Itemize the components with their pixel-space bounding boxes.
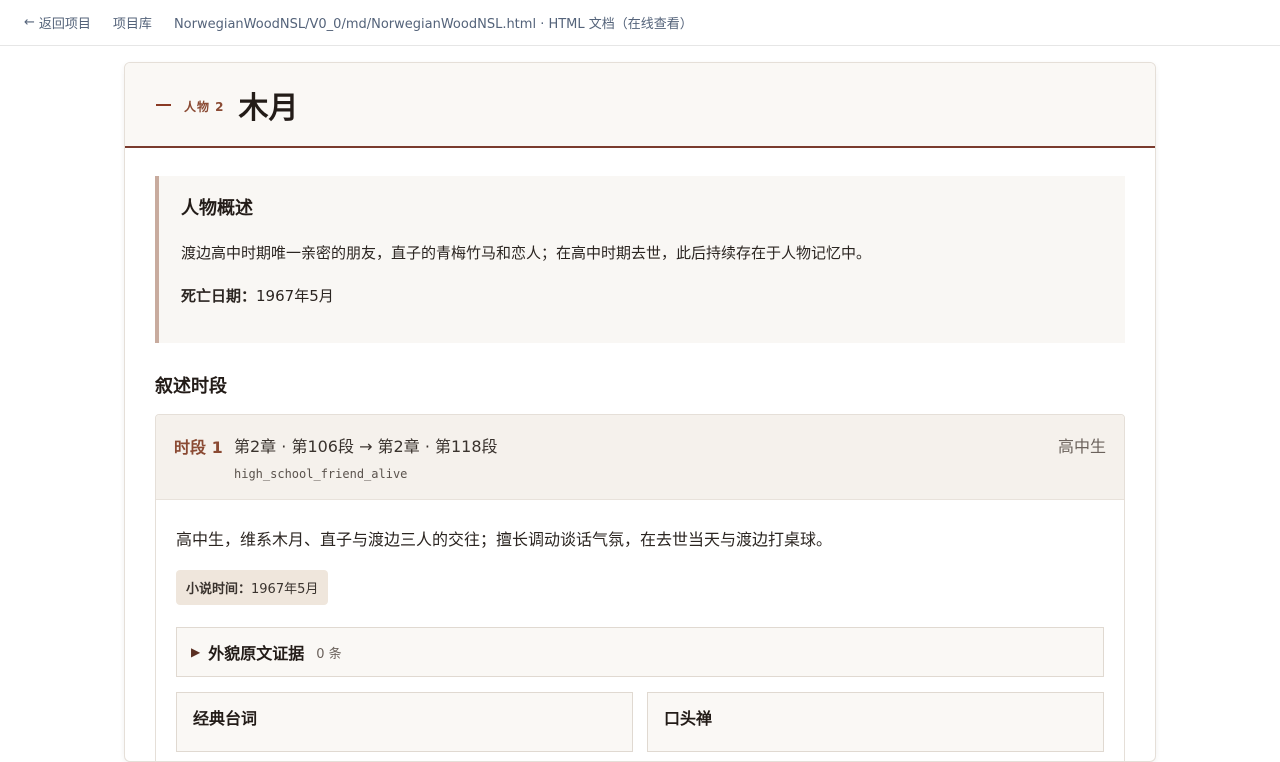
novel-time-value: 1967年5月 — [251, 582, 319, 597]
project-library-link[interactable]: 项目库 — [113, 13, 152, 32]
character-name: 木月 — [238, 90, 299, 126]
segment-body: 高中生，维系木月、直子与渡边三人的交往；擅长调动谈话气氛，在去世当天与渡边打桌球… — [156, 500, 1124, 761]
top-bar: ← 返回项目 项目库 NorwegianWoodNSL/V0_0/md/Norw… — [0, 0, 1280, 46]
disclosure-triangle-icon: ▶ — [191, 645, 201, 659]
quotes-card: 经典台词 — [176, 692, 633, 752]
evidence-count: 0 条 — [316, 646, 342, 662]
segment-range: 第2章 · 第106段 → 第2章 · 第118段 — [234, 437, 498, 456]
back-label: 返回项目 — [38, 17, 91, 32]
timeline-heading: 叙述时段 — [155, 376, 227, 397]
evidence-title: 外貌原文证据 — [208, 644, 305, 663]
character-card: 人物 2 木月 人物概述 渡边高中时期唯一亲密的朋友，直子的青梅竹马和恋人；在高… — [124, 62, 1156, 762]
death-date-label: 死亡日期： — [181, 287, 257, 305]
novel-time-badge: 小说时间：1967年5月 — [176, 570, 329, 605]
arrow-left-icon: ← — [24, 15, 35, 30]
segment-code: high_school_friend_alive — [234, 467, 408, 481]
quotes-title: 经典台词 — [193, 709, 258, 728]
back-to-project-link[interactable]: ← 返回项目 — [24, 13, 91, 32]
segment-subcards: 经典台词 口头禅 — [176, 692, 1104, 752]
segment-role: 高中生 — [1057, 437, 1106, 456]
segment-description: 高中生，维系木月、直子与渡边三人的交往；擅长调动谈话气氛，在去世当天与渡边打桌球… — [176, 530, 833, 549]
character-kicker: 人物 2 — [184, 100, 225, 114]
death-date-value: 1967年5月 — [256, 287, 334, 305]
document-path: NorwegianWoodNSL/V0_0/md/NorwegianWoodNS… — [173, 17, 693, 32]
death-date: 死亡日期：1967年5月 — [181, 285, 1103, 306]
character-header: 人物 2 木月 — [125, 63, 1155, 148]
segment-label: 时段 1 — [174, 438, 223, 457]
novel-time-label: 小说时间： — [186, 582, 252, 597]
character-summary: 人物概述 渡边高中时期唯一亲密的朋友，直子的青梅竹马和恋人；在高中时期去世，此后… — [155, 176, 1125, 343]
appearance-evidence-toggle[interactable]: ▶ 外貌原文证据 0 条 — [176, 627, 1104, 677]
timeline-segment: 时段 1 第2章 · 第106段 → 第2章 · 第118段 high_scho… — [155, 414, 1125, 761]
summary-description: 渡边高中时期唯一亲密的朋友，直子的青梅竹马和恋人；在高中时期去世，此后持续存在于… — [181, 244, 872, 262]
header-dash-icon — [156, 103, 171, 106]
summary-heading: 人物概述 — [181, 198, 253, 219]
catchphrase-title: 口头禅 — [664, 709, 713, 728]
segment-header: 时段 1 第2章 · 第106段 → 第2章 · 第118段 high_scho… — [156, 415, 1124, 500]
catchphrase-card: 口头禅 — [647, 692, 1104, 752]
